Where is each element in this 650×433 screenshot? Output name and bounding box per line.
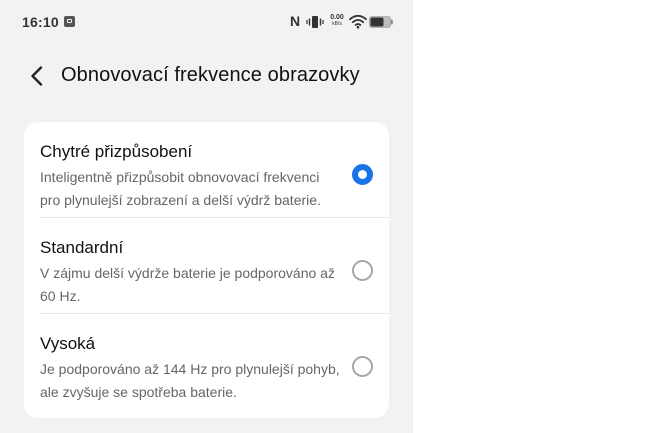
network-speed: 0.00 kB/s xyxy=(326,14,348,28)
option-description: V zájmu delší výdrže baterie je podporov… xyxy=(40,265,335,304)
vibrate-icon xyxy=(306,16,324,28)
option-title: Vysoká xyxy=(40,334,96,353)
option-description: Je podporováno až 144 Hz pro plynulejší … xyxy=(40,361,340,400)
network-speed-value: 0.00 xyxy=(330,14,344,21)
option-high[interactable]: Vysoká Je podporováno až 144 Hz pro plyn… xyxy=(24,314,389,410)
nfc-icon: N xyxy=(290,13,301,29)
network-speed-unit: kB/s xyxy=(332,21,342,27)
radio-button-selected[interactable] xyxy=(352,164,373,185)
chevron-left-icon[interactable] xyxy=(26,64,50,88)
wifi-icon xyxy=(349,14,367,29)
status-bar: 16:10 N 0.00 kB/s xyxy=(0,0,413,44)
status-time: 16:10 xyxy=(22,14,59,30)
battery-icon xyxy=(369,16,393,28)
option-title: Chytré přizpůsobení xyxy=(40,142,193,161)
option-title: Standardní xyxy=(40,238,124,257)
refresh-rate-options: Chytré přizpůsobení Inteligentně přizpůs… xyxy=(24,122,389,418)
option-standard[interactable]: Standardní V zájmu delší výdrže baterie … xyxy=(24,218,389,314)
page-title: Obnovovací frekvence obrazovky xyxy=(61,64,360,86)
radio-button[interactable] xyxy=(352,260,373,281)
notification-icon xyxy=(64,16,75,27)
radio-button[interactable] xyxy=(352,356,373,377)
option-smart[interactable]: Chytré přizpůsobení Inteligentně přizpůs… xyxy=(24,122,389,218)
settings-screen: 16:10 N 0.00 kB/s Obnovovací frekvence o… xyxy=(0,0,413,433)
title-bar: Obnovovací frekvence obrazovky xyxy=(0,54,413,98)
option-description: Inteligentně přizpůsobit obnovovací frek… xyxy=(40,169,321,208)
